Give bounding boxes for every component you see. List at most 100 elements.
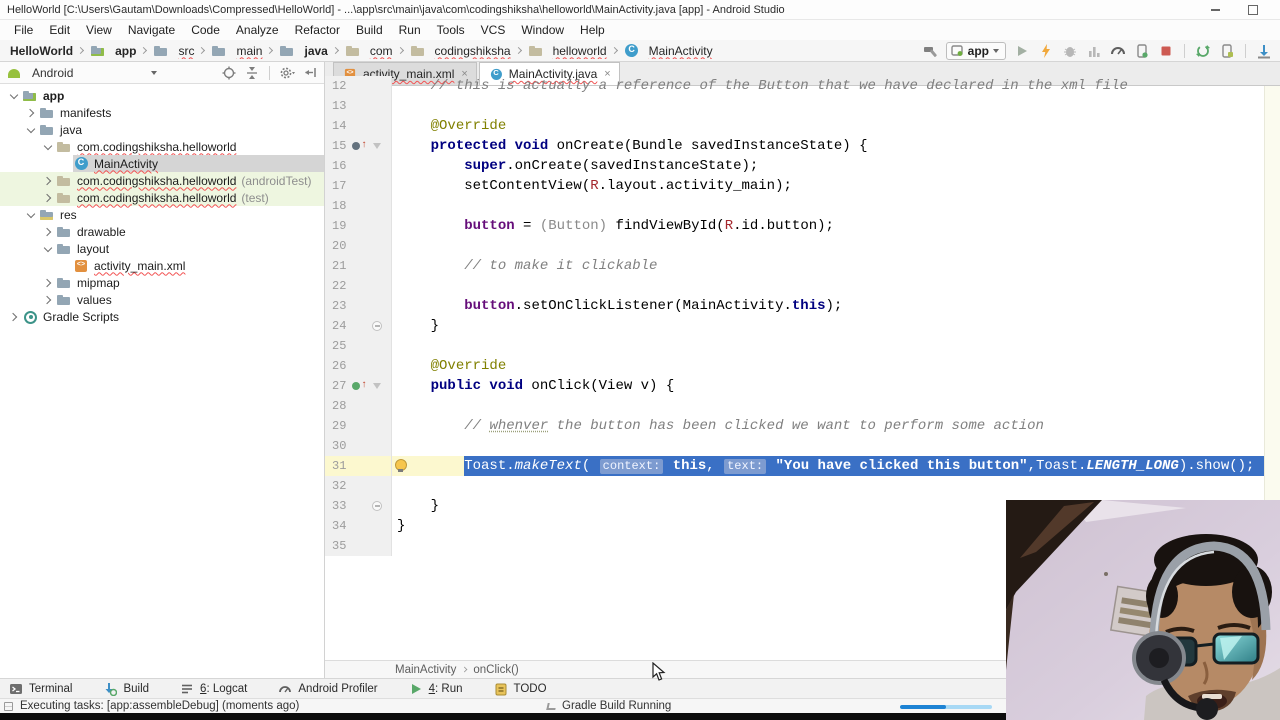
code-line-27[interactable]: 27 public void onClick(View v) { bbox=[325, 376, 1280, 396]
sync-icon[interactable] bbox=[1195, 43, 1211, 59]
code-line-15[interactable]: 15 protected void onCreate(Bundle savedI… bbox=[325, 136, 1280, 156]
menu-navigate[interactable]: Navigate bbox=[120, 21, 183, 39]
tree-item-layout[interactable]: layout bbox=[0, 240, 324, 257]
tree-item-manifests[interactable]: manifests bbox=[0, 104, 324, 121]
apply-changes-icon[interactable] bbox=[1038, 43, 1054, 59]
run-device-icon[interactable] bbox=[1134, 43, 1150, 59]
minimize-icon[interactable] bbox=[1200, 2, 1230, 18]
tool-window-button-run[interactable]: 4: Run bbox=[408, 681, 463, 697]
code-line-18[interactable]: 18 bbox=[325, 196, 1280, 216]
tree-item-com-codingshiksha-helloworld[interactable]: com.codingshiksha.helloworld(androidTest… bbox=[0, 172, 324, 189]
chevron-collapsed-icon[interactable] bbox=[42, 294, 56, 306]
chevron-collapsed-icon[interactable] bbox=[42, 226, 56, 238]
code-line-20[interactable]: 20 bbox=[325, 236, 1280, 256]
code-line-32[interactable]: 32 bbox=[325, 476, 1280, 496]
sdk-manager-icon[interactable] bbox=[1256, 43, 1272, 59]
fold-open-icon[interactable] bbox=[371, 139, 384, 153]
tool-window-button-build[interactable]: Build bbox=[102, 681, 149, 697]
chevron-expanded-icon[interactable] bbox=[8, 90, 22, 102]
chevron-collapsed-icon[interactable] bbox=[42, 175, 56, 187]
menu-view[interactable]: View bbox=[78, 21, 120, 39]
profiler-icon[interactable] bbox=[1110, 43, 1126, 59]
crumb-codingshiksha[interactable]: codingshiksha bbox=[410, 43, 511, 59]
fold-close-icon[interactable] bbox=[371, 499, 384, 513]
menu-build[interactable]: Build bbox=[348, 21, 391, 39]
run-configuration-select[interactable]: app bbox=[946, 42, 1006, 60]
menu-analyze[interactable]: Analyze bbox=[228, 21, 287, 39]
tree-item-gradle-scripts[interactable]: Gradle Scripts bbox=[0, 308, 324, 325]
chevron-collapsed-icon[interactable] bbox=[42, 277, 56, 289]
code-line-29[interactable]: 29 // whenver the button has been clicke… bbox=[325, 416, 1280, 436]
menu-help[interactable]: Help bbox=[572, 21, 613, 39]
chevron-expanded-icon[interactable] bbox=[42, 141, 56, 153]
menu-file[interactable]: File bbox=[6, 21, 41, 39]
tree-item-com-codingshiksha-helloworld[interactable]: com.codingshiksha.helloworld(test) bbox=[0, 189, 324, 206]
maximize-icon[interactable] bbox=[1238, 2, 1268, 18]
tool-window-button-todo[interactable]: TODO bbox=[493, 681, 547, 697]
code-line-22[interactable]: 22 bbox=[325, 276, 1280, 296]
crumb-java[interactable]: java bbox=[279, 43, 327, 59]
menu-vcs[interactable]: VCS bbox=[473, 21, 514, 39]
chevron-down-icon[interactable] bbox=[151, 71, 157, 75]
code-line-21[interactable]: 21 // to make it clickable bbox=[325, 256, 1280, 276]
tree-item-res[interactable]: res bbox=[0, 206, 324, 223]
chevron-expanded-icon[interactable] bbox=[42, 243, 56, 255]
hammer-icon[interactable] bbox=[922, 43, 938, 59]
code-line-25[interactable]: 25 bbox=[325, 336, 1280, 356]
chevron-collapsed-icon[interactable] bbox=[8, 311, 22, 323]
tree-item-com-codingshiksha-helloworld[interactable]: com.codingshiksha.helloworld bbox=[0, 138, 324, 155]
code-line-13[interactable]: 13 bbox=[325, 96, 1280, 116]
stop-icon[interactable] bbox=[1158, 43, 1174, 59]
profile-icon[interactable] bbox=[1086, 43, 1102, 59]
menu-refactor[interactable]: Refactor bbox=[287, 21, 348, 39]
code-line-19[interactable]: 19 button = (Button) findViewById(R.id.b… bbox=[325, 216, 1280, 236]
fold-close-icon[interactable] bbox=[371, 319, 384, 333]
crumb-helloworld[interactable]: helloworld bbox=[528, 43, 607, 59]
tree-item-drawable[interactable]: drawable bbox=[0, 223, 324, 240]
override-marker-icon[interactable] bbox=[351, 139, 371, 153]
breadcrumb-class[interactable]: MainActivity bbox=[395, 664, 456, 676]
crumb-HelloWorld[interactable]: HelloWorld bbox=[10, 44, 73, 58]
debug-icon[interactable] bbox=[1062, 43, 1078, 59]
code-line-30[interactable]: 30 bbox=[325, 436, 1280, 456]
tree-item-app[interactable]: app bbox=[0, 87, 324, 104]
breadcrumb-method[interactable]: onClick() bbox=[473, 664, 518, 676]
menu-window[interactable]: Window bbox=[513, 21, 572, 39]
run-icon[interactable] bbox=[1014, 43, 1030, 59]
crumb-com[interactable]: com bbox=[345, 43, 393, 59]
chevron-collapsed-icon[interactable] bbox=[25, 107, 39, 119]
code-line-17[interactable]: 17 setContentView(R.layout.activity_main… bbox=[325, 176, 1280, 196]
tree-item-values[interactable]: values bbox=[0, 291, 324, 308]
code-line-14[interactable]: 14 @Override bbox=[325, 116, 1280, 136]
code-line-16[interactable]: 16 super.onCreate(savedInstanceState); bbox=[325, 156, 1280, 176]
code-line-12[interactable]: 12 // this is actually a reference of th… bbox=[325, 76, 1280, 96]
tool-window-switcher-icon[interactable] bbox=[4, 702, 13, 711]
menu-edit[interactable]: Edit bbox=[41, 21, 78, 39]
tree-item-activity-main-xml[interactable]: activity_main.xml bbox=[0, 257, 324, 274]
crumb-src[interactable]: src bbox=[153, 43, 194, 59]
tool-window-button-logcat[interactable]: 6: Logcat bbox=[179, 681, 247, 697]
tree-item-mipmap[interactable]: mipmap bbox=[0, 274, 324, 291]
chevron-collapsed-icon[interactable] bbox=[42, 192, 56, 204]
crumb-app[interactable]: app bbox=[90, 43, 136, 59]
menu-code[interactable]: Code bbox=[183, 21, 228, 39]
intention-bulb-icon[interactable] bbox=[395, 459, 406, 473]
implement-marker-icon[interactable] bbox=[351, 379, 371, 393]
tool-window-button-terminal[interactable]: Terminal bbox=[8, 681, 72, 697]
chevron-expanded-icon[interactable] bbox=[25, 209, 39, 221]
menu-tools[interactable]: Tools bbox=[429, 21, 473, 39]
chevron-expanded-icon[interactable] bbox=[25, 124, 39, 136]
code-line-28[interactable]: 28 bbox=[325, 396, 1280, 416]
code-line-26[interactable]: 26 @Override bbox=[325, 356, 1280, 376]
locate-icon[interactable] bbox=[221, 65, 237, 81]
code-line-31[interactable]: 31 Toast.makeText( context: this, text: … bbox=[325, 456, 1280, 476]
project-view-selector[interactable]: Android bbox=[32, 66, 73, 80]
menu-run[interactable]: Run bbox=[391, 21, 429, 39]
collapse-all-icon[interactable] bbox=[244, 65, 260, 81]
code-line-24[interactable]: 24 } bbox=[325, 316, 1280, 336]
tool-window-button-android-profiler[interactable]: Android Profiler bbox=[277, 681, 377, 697]
fold-open-icon[interactable] bbox=[371, 379, 384, 393]
crumb-main[interactable]: main bbox=[211, 43, 262, 59]
code-line-23[interactable]: 23 button.setOnClickListener(MainActivit… bbox=[325, 296, 1280, 316]
settings-icon[interactable] bbox=[279, 65, 295, 81]
